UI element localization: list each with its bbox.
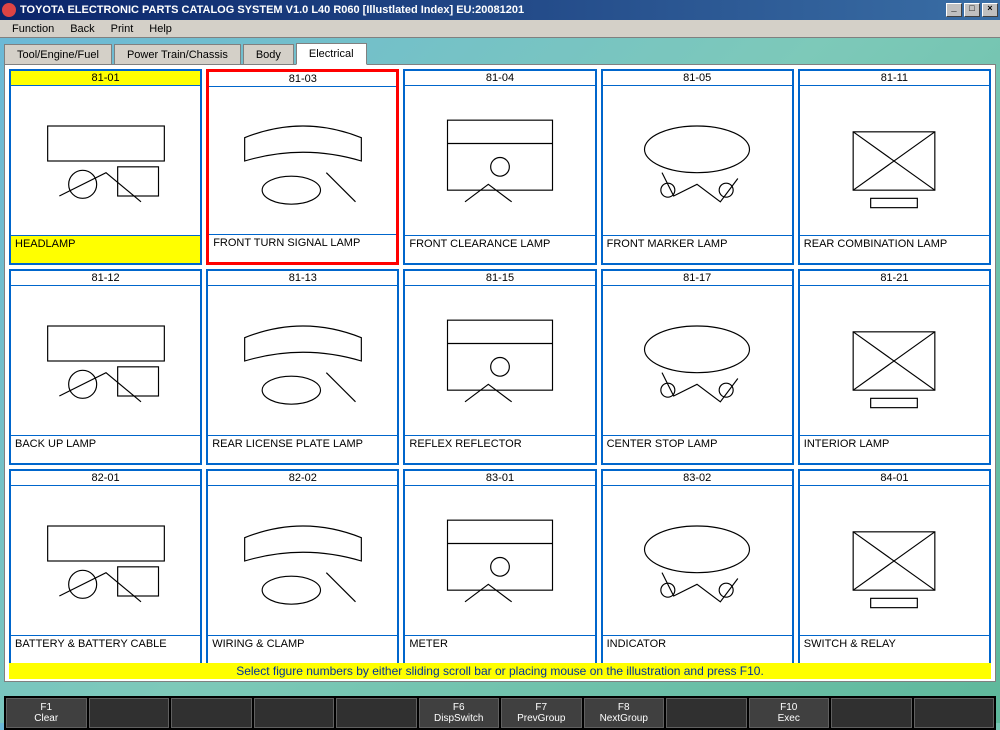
part-code: 83-01 <box>405 471 594 486</box>
part-label: HEADLAMP <box>11 235 200 263</box>
part-card-81-03[interactable]: 81-03 FRONT TURN SIGNAL LAMP <box>206 69 399 265</box>
part-code: 81-13 <box>208 271 397 286</box>
part-label: METER <box>405 635 594 663</box>
part-card-81-12[interactable]: 81-12 BACK UP LAMP <box>9 269 202 465</box>
part-diagram <box>208 486 397 635</box>
part-card-81-01[interactable]: 81-01 HEADLAMP <box>9 69 202 265</box>
part-card-82-01[interactable]: 82-01 BATTERY & BATTERY CABLE <box>9 469 202 665</box>
tab-bar: Tool/Engine/FuelPower Train/ChassisBodyE… <box>4 42 996 64</box>
part-label: FRONT MARKER LAMP <box>603 235 792 263</box>
fkey-f1[interactable]: F1Clear <box>6 698 87 728</box>
maximize-button[interactable]: □ <box>964 3 980 17</box>
part-code: 82-01 <box>11 471 200 486</box>
part-diagram <box>209 87 396 234</box>
parts-grid: 81-01 HEADLAMP 81-03 FRONT TURN SIGNAL LAMP… <box>9 69 991 665</box>
part-diagram <box>405 486 594 635</box>
window-title: TOYOTA ELECTRONIC PARTS CATALOG SYSTEM V… <box>20 4 946 16</box>
part-card-81-11[interactable]: 81-11 REAR COMBINATION LAMP <box>798 69 991 265</box>
window-controls: _ □ × <box>946 3 998 17</box>
part-diagram <box>11 486 200 635</box>
menu-help[interactable]: Help <box>141 21 180 37</box>
fkey-blank <box>831 698 912 728</box>
part-label: BATTERY & BATTERY CABLE <box>11 635 200 663</box>
part-card-81-04[interactable]: 81-04 FRONT CLEARANCE LAMP <box>403 69 596 265</box>
fkey-f10[interactable]: F10Exec <box>749 698 830 728</box>
tab-body[interactable]: Body <box>243 44 294 65</box>
part-card-81-21[interactable]: 81-21 INTERIOR LAMP <box>798 269 991 465</box>
part-code: 81-05 <box>603 71 792 86</box>
part-diagram <box>603 486 792 635</box>
part-diagram <box>11 286 200 435</box>
fkey-blank <box>336 698 417 728</box>
fkey-f7[interactable]: F7PrevGroup <box>501 698 582 728</box>
fkey-blank <box>254 698 335 728</box>
tab-power-train-chassis[interactable]: Power Train/Chassis <box>114 44 241 65</box>
part-diagram <box>800 486 989 635</box>
part-code: 81-01 <box>11 71 200 86</box>
function-key-bar: F1Clear F6DispSwitchF7PrevGroupF8NextGrou… <box>4 696 996 730</box>
part-code: 81-11 <box>800 71 989 86</box>
part-label: REAR LICENSE PLATE LAMP <box>208 435 397 463</box>
part-card-81-17[interactable]: 81-17 CENTER STOP LAMP <box>601 269 794 465</box>
part-code: 81-12 <box>11 271 200 286</box>
fkey-blank <box>89 698 170 728</box>
status-message: Select figure numbers by either sliding … <box>9 663 991 679</box>
app-icon <box>2 3 16 17</box>
fkey-f6[interactable]: F6DispSwitch <box>419 698 500 728</box>
part-card-81-15[interactable]: 81-15 REFLEX REFLECTOR <box>403 269 596 465</box>
part-label: WIRING & CLAMP <box>208 635 397 663</box>
part-code: 84-01 <box>800 471 989 486</box>
tab-tool-engine-fuel[interactable]: Tool/Engine/Fuel <box>4 44 112 65</box>
part-label: INTERIOR LAMP <box>800 435 989 463</box>
part-diagram <box>800 86 989 235</box>
part-label: BACK UP LAMP <box>11 435 200 463</box>
menu-print[interactable]: Print <box>103 21 142 37</box>
fkey-f8[interactable]: F8NextGroup <box>584 698 665 728</box>
part-card-84-01[interactable]: 84-01 SWITCH & RELAY <box>798 469 991 665</box>
part-card-83-01[interactable]: 83-01 METER <box>403 469 596 665</box>
part-card-81-13[interactable]: 81-13 REAR LICENSE PLATE LAMP <box>206 269 399 465</box>
close-button[interactable]: × <box>982 3 998 17</box>
part-label: INDICATOR <box>603 635 792 663</box>
minimize-button[interactable]: _ <box>946 3 962 17</box>
part-diagram <box>800 286 989 435</box>
part-code: 82-02 <box>208 471 397 486</box>
menu-function[interactable]: Function <box>4 21 62 37</box>
fkey-blank <box>914 698 995 728</box>
part-code: 83-02 <box>603 471 792 486</box>
window-titlebar: TOYOTA ELECTRONIC PARTS CATALOG SYSTEM V… <box>0 0 1000 20</box>
fkey-blank <box>171 698 252 728</box>
part-diagram <box>11 86 200 235</box>
part-label: SWITCH & RELAY <box>800 635 989 663</box>
tab-electrical[interactable]: Electrical <box>296 43 367 65</box>
content-area: 81-01 HEADLAMP 81-03 FRONT TURN SIGNAL LAMP… <box>4 64 996 682</box>
part-diagram <box>405 86 594 235</box>
part-label: CENTER STOP LAMP <box>603 435 792 463</box>
fkey-blank <box>666 698 747 728</box>
part-code: 81-03 <box>209 72 396 87</box>
part-diagram <box>405 286 594 435</box>
menu-back[interactable]: Back <box>62 21 102 37</box>
part-label: FRONT TURN SIGNAL LAMP <box>209 234 396 262</box>
part-diagram <box>603 86 792 235</box>
part-label: FRONT CLEARANCE LAMP <box>405 235 594 263</box>
part-code: 81-17 <box>603 271 792 286</box>
part-code: 81-04 <box>405 71 594 86</box>
part-card-81-05[interactable]: 81-05 FRONT MARKER LAMP <box>601 69 794 265</box>
part-label: REAR COMBINATION LAMP <box>800 235 989 263</box>
part-diagram <box>603 286 792 435</box>
part-label: REFLEX REFLECTOR <box>405 435 594 463</box>
part-code: 81-21 <box>800 271 989 286</box>
part-diagram <box>208 286 397 435</box>
part-code: 81-15 <box>405 271 594 286</box>
menu-bar: Function Back Print Help <box>0 20 1000 38</box>
part-card-82-02[interactable]: 82-02 WIRING & CLAMP <box>206 469 399 665</box>
part-card-83-02[interactable]: 83-02 INDICATOR <box>601 469 794 665</box>
